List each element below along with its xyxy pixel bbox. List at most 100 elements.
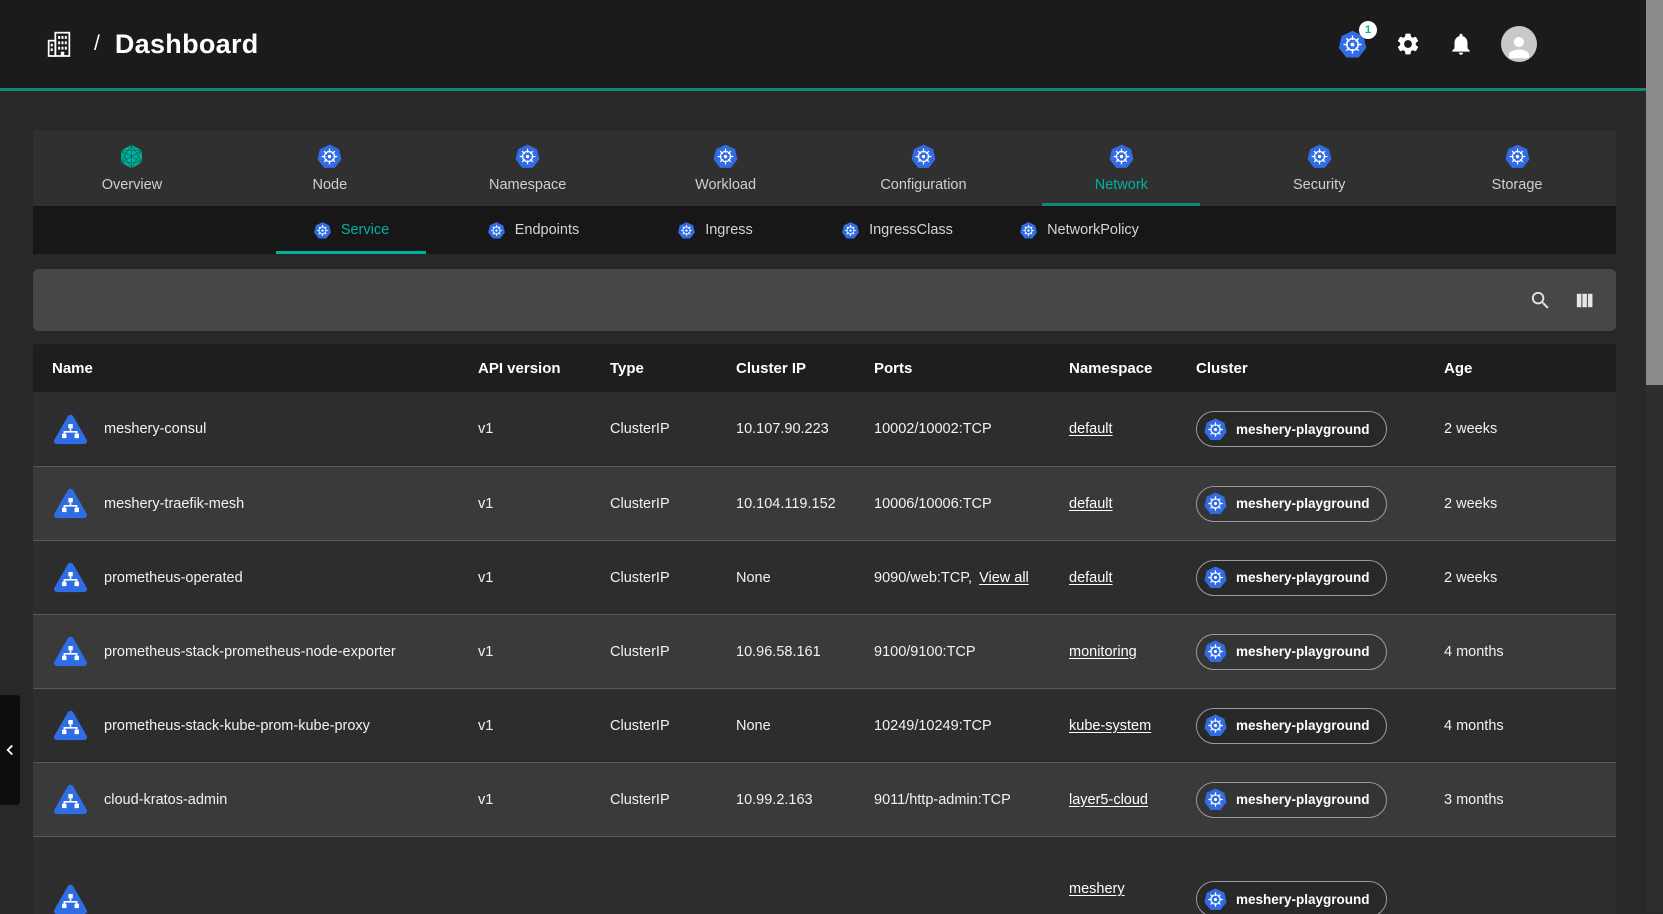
namespace-link[interactable]: default <box>1069 496 1113 512</box>
column-header-ports[interactable]: Ports <box>874 360 1069 377</box>
kubernetes-icon <box>910 143 937 170</box>
user-avatar[interactable] <box>1501 26 1537 62</box>
service-icon <box>52 781 89 818</box>
settings-gear-icon[interactable] <box>1395 31 1421 57</box>
cell-namespace: kube-system <box>1069 718 1196 734</box>
column-header-type[interactable]: Type <box>610 360 736 377</box>
kubernetes-context-icon[interactable]: 1 <box>1337 29 1368 60</box>
cluster-chip[interactable]: meshery-playground <box>1196 560 1387 596</box>
subtab-endpoints[interactable]: Endpoints <box>442 206 624 254</box>
column-header-age[interactable]: Age <box>1444 360 1616 377</box>
column-header-cluster-ip[interactable]: Cluster IP <box>736 360 874 377</box>
table-row: cloud-kratos-adminv1ClusterIP10.99.2.163… <box>33 762 1616 836</box>
cell-api-version: v1 <box>478 644 610 660</box>
subtab-ingress[interactable]: Ingress <box>624 206 806 254</box>
service-name[interactable]: prometheus-stack-kube-prom-kube-proxy <box>104 718 370 734</box>
cell-type: ClusterIP <box>610 421 736 437</box>
table-row: meshery-traefik-meshv1ClusterIP10.104.11… <box>33 466 1616 540</box>
namespace-link[interactable]: default <box>1069 421 1113 437</box>
cell-type: ClusterIP <box>610 644 736 660</box>
kubernetes-icon <box>1203 639 1228 664</box>
namespace-link[interactable]: meshery <box>1069 881 1125 897</box>
chevron-left-icon <box>1 741 19 759</box>
cell-ports: 10249/10249:TCP <box>874 718 1069 734</box>
page-scrollbar[interactable] <box>1646 0 1663 912</box>
tab-configuration[interactable]: Configuration <box>825 130 1023 206</box>
tab-network[interactable]: Network <box>1022 130 1220 206</box>
cluster-name: meshery-playground <box>1236 892 1370 907</box>
cell-name: meshery-traefik-mesh <box>33 485 478 522</box>
namespace-link[interactable]: layer5-cloud <box>1069 792 1148 808</box>
organization-building-icon[interactable] <box>44 28 76 60</box>
cell-type: ClusterIP <box>610 792 736 808</box>
cluster-chip[interactable]: meshery-playground <box>1196 881 1387 914</box>
scrollbar-thumb[interactable] <box>1646 0 1663 385</box>
cell-api-version: v1 <box>478 421 610 437</box>
namespace-link[interactable]: kube-system <box>1069 718 1151 734</box>
notifications-bell-icon[interactable] <box>1448 31 1474 57</box>
cell-namespace: monitoring <box>1069 644 1196 660</box>
search-icon[interactable] <box>1529 289 1552 312</box>
kubernetes-icon <box>487 221 506 240</box>
service-name[interactable]: prometheus-operated <box>104 570 243 586</box>
cluster-name: meshery-playground <box>1236 496 1370 511</box>
cell-api-version: v1 <box>478 570 610 586</box>
cell-api-version: v1 <box>478 718 610 734</box>
tab-workload[interactable]: Workload <box>627 130 825 206</box>
service-name[interactable]: meshery-traefik-mesh <box>104 496 244 512</box>
ports-text: 10249/10249:TCP <box>874 718 992 734</box>
cell-namespace: default <box>1069 570 1196 586</box>
collapse-drawer-button[interactable] <box>0 695 20 805</box>
column-header-name[interactable]: Name <box>33 360 478 377</box>
table-row: prometheus-stack-kube-prom-kube-proxyv1C… <box>33 688 1616 762</box>
subtab-ingressclass[interactable]: IngressClass <box>806 206 988 254</box>
column-header-cluster[interactable]: Cluster <box>1196 360 1444 377</box>
cluster-chip[interactable]: meshery-playground <box>1196 634 1387 670</box>
service-icon <box>52 707 89 744</box>
subtab-service[interactable]: Service <box>260 206 442 254</box>
column-header-namespace[interactable]: Namespace <box>1069 360 1196 377</box>
cell-name: cloud-kratos-admin <box>33 781 478 818</box>
cell-cluster: meshery-playground <box>1196 708 1444 744</box>
service-icon <box>52 485 89 522</box>
dashboard-content: Overview Node Namespace Workload Configu… <box>33 130 1616 914</box>
cluster-chip[interactable]: meshery-playground <box>1196 708 1387 744</box>
cell-api-version: v1 <box>478 792 610 808</box>
view-all-ports-link[interactable]: View all <box>979 570 1029 586</box>
cluster-chip[interactable]: meshery-playground <box>1196 782 1387 818</box>
table-row: meshery-consul v1ClusterIP10.107.90.22310… <box>33 392 1616 466</box>
service-name[interactable]: prometheus-stack-prometheus-node-exporte… <box>104 644 396 660</box>
cell-name: prometheus-stack-kube-prom-kube-proxy <box>33 707 478 744</box>
service-name[interactable]: meshery-consul <box>104 421 206 437</box>
column-header-api-version[interactable]: API version <box>478 360 610 377</box>
subtab-label: Ingress <box>705 222 753 238</box>
service-icon <box>52 559 89 596</box>
cluster-chip[interactable]: meshery-playground <box>1196 486 1387 522</box>
cell-cluster: meshery-playground <box>1196 634 1444 670</box>
tab-storage[interactable]: Storage <box>1418 130 1616 206</box>
tab-security[interactable]: Security <box>1220 130 1418 206</box>
cell-age: 4 months <box>1444 718 1616 734</box>
tab-label: Security <box>1293 177 1345 193</box>
service-icon <box>52 411 89 448</box>
cell-cluster-ip: 10.107.90.223 <box>736 421 874 437</box>
cell-ports: 9011/http-admin:TCP <box>874 792 1069 808</box>
service-name[interactable]: cloud-kratos-admin <box>104 792 227 808</box>
meshery-icon <box>118 143 145 170</box>
kubernetes-icon <box>514 143 541 170</box>
table-row: meshery meshery-playground <box>33 836 1616 914</box>
cell-name <box>33 881 478 914</box>
tab-node[interactable]: Node <box>231 130 429 206</box>
namespace-link[interactable]: monitoring <box>1069 644 1137 660</box>
tab-namespace[interactable]: Namespace <box>429 130 627 206</box>
cell-ports: 10002/10002:TCP <box>874 421 1069 437</box>
cell-namespace: meshery <box>1069 881 1196 897</box>
namespace-link[interactable]: default <box>1069 570 1113 586</box>
page-title: Dashboard <box>115 29 259 60</box>
tab-overview[interactable]: Overview <box>33 130 231 206</box>
cluster-name: meshery-playground <box>1236 422 1370 437</box>
tab-label: Namespace <box>489 177 566 193</box>
view-columns-icon[interactable] <box>1573 289 1596 312</box>
cluster-chip[interactable]: meshery-playground <box>1196 411 1387 447</box>
subtab-networkpolicy[interactable]: NetworkPolicy <box>988 206 1170 254</box>
